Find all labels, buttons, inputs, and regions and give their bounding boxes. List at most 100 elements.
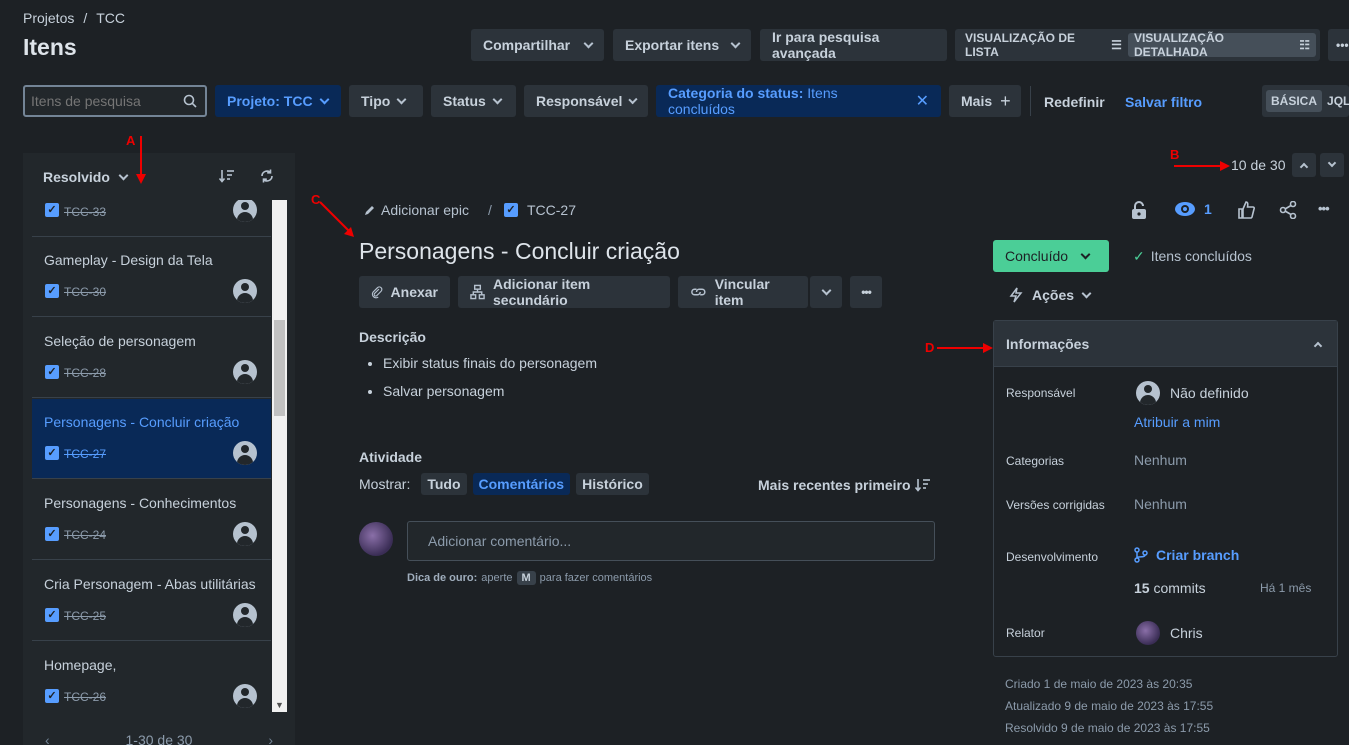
assignee-value[interactable]: Não definido	[1170, 385, 1249, 401]
close-icon[interactable]: ✕	[916, 91, 929, 111]
category-filter[interactable]: Categoria do status: Itens concluídos ✕	[656, 85, 941, 117]
checkbox-icon: ✓	[45, 608, 59, 622]
type-filter[interactable]: Tipo	[349, 85, 423, 117]
assignee-label: Responsável	[1006, 386, 1076, 400]
breadcrumb-project[interactable]: TCC	[96, 10, 125, 26]
export-button[interactable]: Exportar itens	[613, 29, 751, 61]
description-list[interactable]: Exibir status finais do personagem Salva…	[383, 355, 597, 399]
chevron-down-icon	[821, 285, 831, 295]
sort-order-icon[interactable]	[219, 169, 235, 183]
attach-button[interactable]: Anexar	[359, 276, 450, 308]
reporter-value[interactable]: Chris	[1170, 625, 1203, 641]
avatar	[1136, 381, 1160, 405]
show-label: Mostrar:	[359, 476, 411, 492]
watch-button[interactable]: 1	[1174, 201, 1212, 217]
more-actions-button[interactable]: •••	[1328, 29, 1349, 61]
updated-date: Atualizado 9 de maio de 2023 às 17:55	[1005, 699, 1214, 713]
details-title: Informações	[1006, 335, 1090, 352]
project-filter[interactable]: Projeto: TCC	[215, 85, 341, 117]
actions-dropdown[interactable]: Ações	[1009, 287, 1092, 303]
chevron-left-icon[interactable]: ‹	[45, 732, 50, 745]
more-filters-button[interactable]: Mais +	[949, 85, 1021, 117]
avatar	[233, 360, 257, 384]
status-category: ✓ Itens concluídos	[1133, 248, 1252, 265]
project-filter-value: TCC	[283, 93, 313, 109]
tip-text-a: aperte	[481, 572, 513, 584]
breadcrumb-projects[interactable]: Projetos	[23, 10, 74, 26]
search-icon	[183, 94, 197, 108]
issue-title: Homepage,	[44, 657, 117, 673]
create-branch-link[interactable]: Criar branch	[1134, 547, 1239, 563]
list-item[interactable]: Cria Personagem - Abas utilitárias ✓ TCC…	[32, 561, 271, 641]
chevron-right-icon[interactable]: ›	[268, 732, 273, 745]
commits-link[interactable]: 15 commits	[1134, 580, 1206, 596]
add-child-button[interactable]: Adicionar item secundário	[458, 276, 670, 308]
unlock-icon[interactable]	[1131, 201, 1147, 219]
more-icon[interactable]: •••	[1318, 201, 1330, 216]
status-filter[interactable]: Status	[431, 85, 516, 117]
details-panel	[993, 320, 1338, 657]
refresh-icon[interactable]	[260, 169, 274, 183]
list-icon: ☰	[1111, 38, 1122, 52]
save-filter-link[interactable]: Salvar filtro	[1125, 94, 1202, 110]
details-header[interactable]: Informações	[994, 321, 1337, 367]
list-item[interactable]: Seleção de personagem ✓ TCC-28	[32, 318, 271, 398]
issue-title[interactable]: Personagens - Concluir criação	[359, 238, 680, 265]
reset-filters-link[interactable]: Redefinir	[1044, 94, 1105, 110]
scrollbar-thumb[interactable]	[274, 320, 285, 416]
jql-mode-button[interactable]: JQL	[1322, 90, 1349, 112]
categories-value[interactable]: Nenhum	[1134, 452, 1187, 468]
list-item[interactable]: Gameplay - Design da Tela ✓ TCC-30	[32, 237, 271, 317]
more-actions-button[interactable]: •••	[850, 276, 882, 308]
annotation-d: D	[925, 340, 935, 355]
scroll-down-icon[interactable]: ▼	[275, 700, 284, 710]
chevron-down-icon	[628, 94, 638, 104]
avatar	[233, 200, 257, 222]
status-category-label: Itens concluídos	[1150, 248, 1252, 264]
task-type-icon: ✓	[504, 203, 518, 217]
sort-dropdown[interactable]: Resolvido	[43, 169, 129, 185]
search-field[interactable]	[23, 85, 207, 117]
list-item-selected[interactable]: Personagens - Concluir criação ✓ TCC-27	[32, 399, 271, 479]
issue-key-link[interactable]: TCC-27	[527, 202, 576, 218]
issue-key: TCC-24	[64, 528, 107, 542]
next-issue-button[interactable]	[1320, 153, 1344, 177]
comment-input[interactable]: Adicionar comentário...	[407, 521, 935, 561]
search-input[interactable]	[31, 93, 171, 109]
basic-mode-button[interactable]: BÁSICA	[1266, 90, 1323, 112]
list-item[interactable]: Homepage, ✓ TCC-26	[32, 642, 271, 712]
advanced-search-button[interactable]: Ir para pesquisa avançada	[760, 29, 947, 61]
list-scrollbar[interactable]: ▼	[272, 200, 287, 712]
sort-order-icon	[914, 479, 930, 492]
breadcrumb: Projetos / TCC	[23, 10, 125, 26]
list-view-button[interactable]: VISUALIZAÇÃO DE LISTA ☰	[959, 31, 1128, 59]
status-button[interactable]: Concluído	[993, 240, 1109, 272]
detail-view-label: VISUALIZAÇÃO DETALHADA	[1133, 31, 1224, 59]
assignee-filter[interactable]: Responsável	[524, 85, 648, 117]
previous-issue-button[interactable]	[1292, 153, 1316, 177]
share-icon[interactable]	[1279, 201, 1297, 219]
assign-to-me-link[interactable]: Atribuir a mim	[1134, 414, 1220, 430]
link-item-button[interactable]: Vincular item	[678, 276, 808, 308]
eye-icon	[1175, 202, 1195, 216]
comments-tab[interactable]: Comentários	[472, 473, 571, 495]
more-filters-label: Mais	[961, 93, 993, 109]
activity-sort-button[interactable]: Mais recentes primeiro	[758, 477, 931, 493]
category-filter-key: Categoria do status:	[668, 85, 804, 101]
breadcrumb-separator: /	[83, 10, 88, 26]
list-item[interactable]: Personagens - Conhecimentos ✓ TCC-24	[32, 480, 271, 560]
checkbox-icon: ✓	[45, 527, 59, 541]
issue-key: TCC-30	[64, 285, 107, 299]
link-item-dropdown[interactable]	[810, 276, 842, 308]
detail-view-button[interactable]: VISUALIZAÇÃO DETALHADA ☷	[1127, 31, 1316, 59]
annotation-arrow-icon	[136, 136, 146, 184]
fix-versions-value[interactable]: Nenhum	[1134, 496, 1187, 512]
avatar	[233, 684, 257, 708]
all-tab[interactable]: Tudo	[421, 473, 467, 495]
history-tab[interactable]: Histórico	[576, 473, 649, 495]
add-epic-link[interactable]: Adicionar epic	[381, 202, 469, 218]
chevron-up-icon	[1313, 341, 1323, 350]
share-button[interactable]: Compartilhar	[471, 29, 604, 61]
like-icon[interactable]	[1237, 201, 1255, 219]
issue-key: TCC-28	[64, 366, 107, 380]
